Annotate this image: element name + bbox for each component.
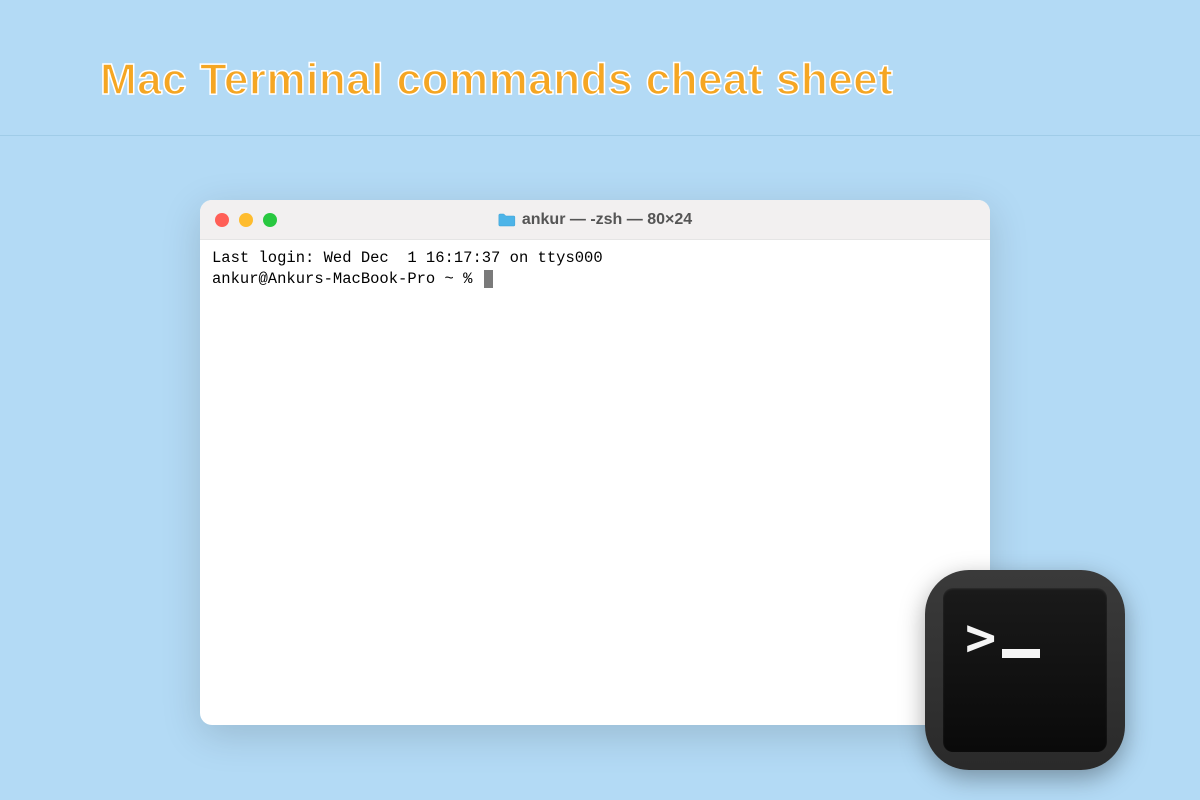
prompt-line: ankur@Ankurs-MacBook-Pro ~ % xyxy=(212,269,978,290)
window-title-text: ankur — -zsh — 80×24 xyxy=(522,211,692,229)
window-titlebar: ankur — -zsh — 80×24 xyxy=(200,200,990,240)
terminal-window: ankur — -zsh — 80×24 Last login: Wed Dec… xyxy=(200,200,990,725)
terminal-body[interactable]: Last login: Wed Dec 1 16:17:37 on ttys00… xyxy=(200,240,990,298)
terminal-app-icon: > xyxy=(925,570,1125,770)
folder-icon xyxy=(498,213,516,227)
window-title: ankur — -zsh — 80×24 xyxy=(498,211,692,229)
underscore-icon xyxy=(1002,649,1040,658)
prompt-text: ankur@Ankurs-MacBook-Pro ~ % xyxy=(212,269,482,290)
minimize-button[interactable] xyxy=(239,213,253,227)
cursor xyxy=(484,270,493,288)
maximize-button[interactable] xyxy=(263,213,277,227)
prompt-symbol-icon: > xyxy=(965,612,1085,664)
traffic-lights xyxy=(215,213,277,227)
chevron-icon: > xyxy=(965,612,996,664)
header-divider xyxy=(0,135,1200,136)
close-button[interactable] xyxy=(215,213,229,227)
terminal-app-inner: > xyxy=(943,588,1107,752)
page-title: Mac Terminal commands cheat sheet xyxy=(0,0,1200,135)
last-login-line: Last login: Wed Dec 1 16:17:37 on ttys00… xyxy=(212,248,978,269)
